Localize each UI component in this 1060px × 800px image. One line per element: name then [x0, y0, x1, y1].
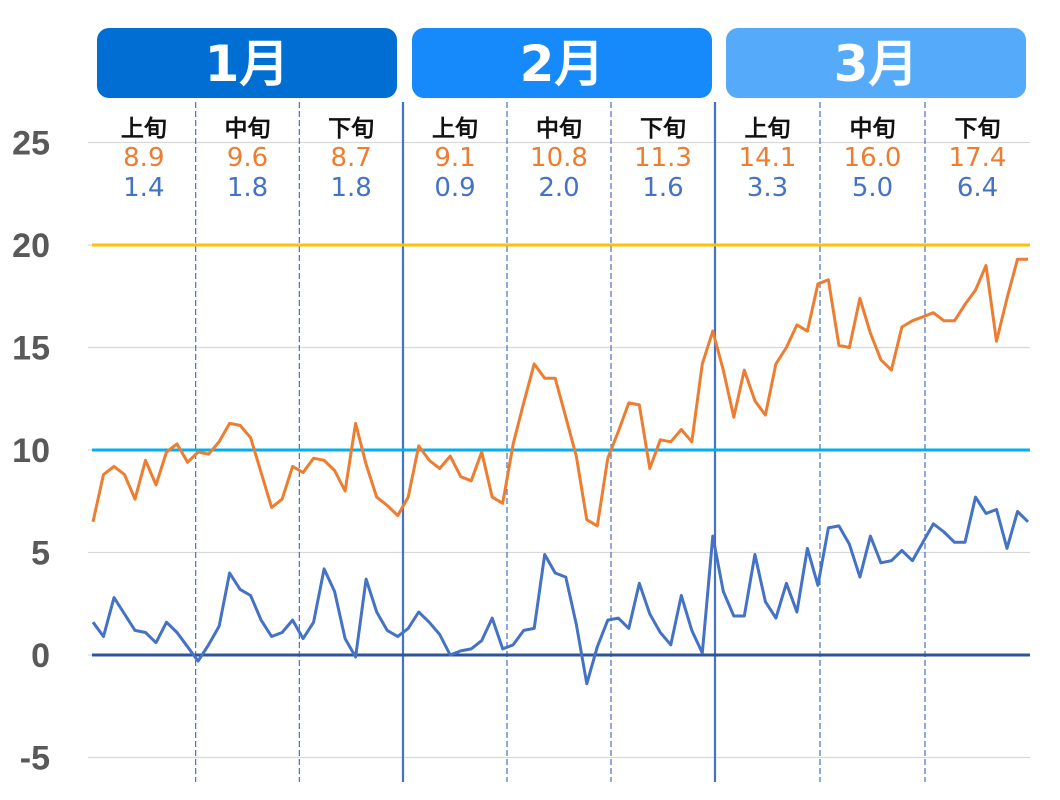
period-dividers: [195, 102, 926, 782]
temperature-chart: 2520151050-5 1月 2月 3月 上旬8.91.4中旬9.61.8下旬8.…: [12, 28, 1030, 782]
y-tick-label: 5: [31, 535, 50, 573]
month-header-label: 1月: [205, 35, 290, 93]
month-header-label: 3月: [834, 35, 919, 93]
avg-high-label: 8.9: [123, 143, 164, 173]
avg-low-label: 0.9: [434, 173, 475, 203]
y-axis-ticks: 25 20 15 10 5 0 -5: [12, 125, 50, 778]
period-label: 上旬: [432, 116, 478, 142]
y-tick-label: 0: [31, 637, 50, 675]
avg-high-label: 9.6: [227, 143, 268, 173]
period-labels: 上旬8.91.4中旬9.61.8下旬8.71.8上旬9.10.9中旬10.82.…: [121, 116, 1007, 203]
avg-high-label: 11.3: [634, 143, 692, 173]
y-tick-label: 10: [12, 432, 50, 470]
period-label: 中旬: [850, 116, 896, 142]
period-label: 下旬: [955, 116, 1001, 142]
avg-high-label: 16.0: [844, 143, 902, 173]
avg-low-label: 2.0: [538, 173, 579, 203]
avg-high-label: 8.7: [330, 143, 371, 173]
daily-high-line: [91, 257, 1028, 528]
y-tick-label: -5: [20, 740, 50, 778]
avg-high-label: 10.8: [530, 143, 588, 173]
month-headers: 1月 2月 3月: [97, 28, 1026, 98]
reference-lines: [92, 243, 1030, 657]
period-label: 下旬: [328, 116, 374, 142]
avg-high-label: 17.4: [949, 143, 1007, 173]
period-label: 下旬: [640, 116, 686, 142]
period-label: 中旬: [225, 116, 271, 142]
month-header-label: 2月: [520, 35, 605, 93]
y-tick-label: 15: [12, 330, 50, 368]
avg-low-label: 3.3: [747, 173, 788, 203]
avg-low-label: 1.8: [330, 173, 371, 203]
period-label: 上旬: [745, 116, 791, 142]
series-lines: [91, 257, 1030, 686]
avg-low-label: 1.6: [642, 173, 683, 203]
avg-low-label: 1.4: [123, 173, 164, 203]
period-label: 上旬: [121, 116, 167, 142]
y-tick-label: 20: [12, 227, 50, 265]
avg-high-label: 14.1: [739, 143, 797, 173]
period-label: 中旬: [536, 116, 582, 142]
avg-high-label: 9.1: [434, 143, 475, 173]
avg-low-label: 1.8: [227, 173, 268, 203]
y-tick-label: 25: [12, 125, 50, 163]
avg-low-label: 5.0: [852, 173, 893, 203]
avg-low-label: 6.4: [957, 173, 998, 203]
